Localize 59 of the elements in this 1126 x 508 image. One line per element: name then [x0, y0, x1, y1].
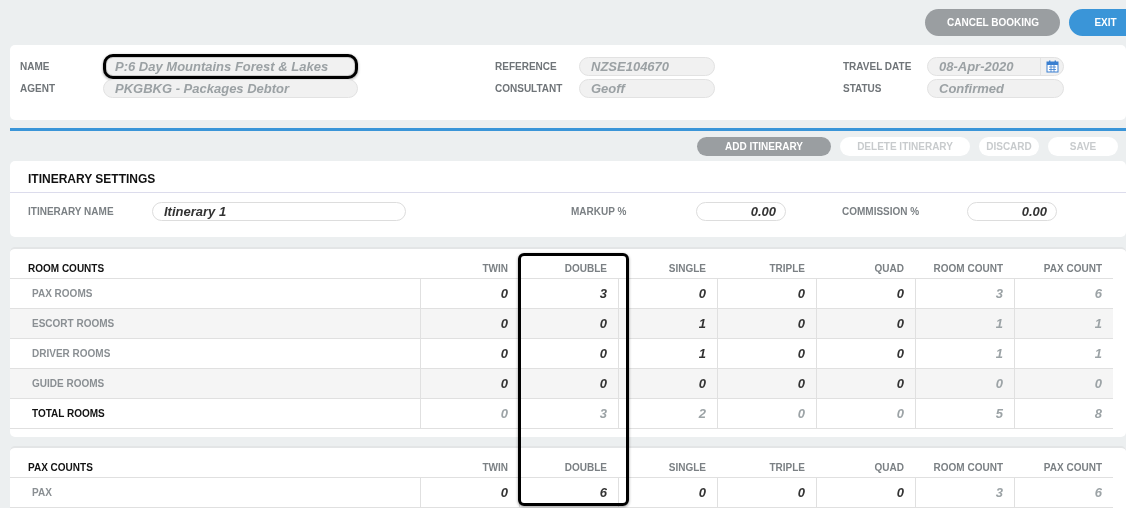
row-label: PAX	[10, 478, 420, 508]
field-label: CONSULTANT	[495, 83, 564, 94]
section-title: ITINERARY SETTINGS	[10, 161, 1126, 193]
column-header: TWIN	[420, 458, 519, 478]
count-field[interactable]: 0	[816, 478, 915, 508]
column-header: PAX COUNT	[1014, 458, 1113, 478]
field-label: REFERENCE	[495, 61, 558, 72]
column-header: SINGLE	[618, 458, 717, 478]
calendar-icon[interactable]	[1045, 60, 1059, 73]
table-cell: 8	[1014, 399, 1113, 429]
column-header: DOUBLE	[519, 259, 618, 279]
row-label: ESCORT ROOMS	[10, 309, 420, 339]
count-field[interactable]: 1	[618, 309, 717, 339]
table-cell: 3	[915, 478, 1014, 508]
column-header: DOUBLE	[519, 458, 618, 478]
table-cell: 0	[717, 399, 816, 429]
table-cell: 5	[915, 399, 1014, 429]
table-cell: 1	[915, 309, 1014, 339]
column-header: TWIN	[420, 259, 519, 279]
count-field[interactable]: 0	[717, 309, 816, 339]
field-label: NAME	[20, 61, 51, 72]
field-label: TRAVEL DATE	[843, 61, 913, 72]
table-cell: 0	[816, 399, 915, 429]
row-label: TOTAL ROOMS	[10, 399, 420, 429]
count-field[interactable]: 0	[420, 369, 519, 399]
column-header: ROOM COUNT	[915, 458, 1014, 478]
column-header: PAX COUNT	[1014, 259, 1113, 279]
field-label: ITINERARY NAME	[28, 205, 115, 217]
field-label: MARKUP %	[571, 205, 628, 217]
count-field[interactable]: 0	[420, 309, 519, 339]
table-cell: 0	[915, 369, 1014, 399]
column-header: TRIPLE	[717, 458, 816, 478]
count-field[interactable]: 0	[816, 309, 915, 339]
table-cell: 0	[1014, 369, 1113, 399]
section-title: PAX COUNTS	[10, 458, 420, 478]
table-cell: 2	[618, 399, 717, 429]
column-header: QUAD	[816, 458, 915, 478]
count-field[interactable]: 6	[519, 478, 618, 508]
column-header: SINGLE	[618, 259, 717, 279]
count-field[interactable]: 0	[519, 309, 618, 339]
count-field[interactable]: 0	[717, 369, 816, 399]
column-header: TRIPLE	[717, 259, 816, 279]
count-field[interactable]: 0	[618, 369, 717, 399]
column-header: QUAD	[816, 259, 915, 279]
field-label: STATUS	[843, 83, 883, 94]
field-label: AGENT	[20, 83, 56, 94]
count-field[interactable]: 0	[717, 478, 816, 508]
table-cell: 1	[1014, 309, 1113, 339]
table-cell: 0	[420, 399, 519, 429]
count-field[interactable]: 0	[816, 369, 915, 399]
column-header: ROOM COUNT	[915, 259, 1014, 279]
count-field[interactable]: 0	[618, 478, 717, 508]
table-cell: 6	[1014, 478, 1113, 508]
table-cell: 3	[519, 399, 618, 429]
count-field[interactable]: 0	[420, 478, 519, 508]
row-label: GUIDE ROOMS	[10, 369, 420, 399]
section-title: ROOM COUNTS	[10, 259, 420, 279]
field-label: COMMISSION %	[842, 205, 921, 217]
count-field[interactable]: 0	[519, 369, 618, 399]
